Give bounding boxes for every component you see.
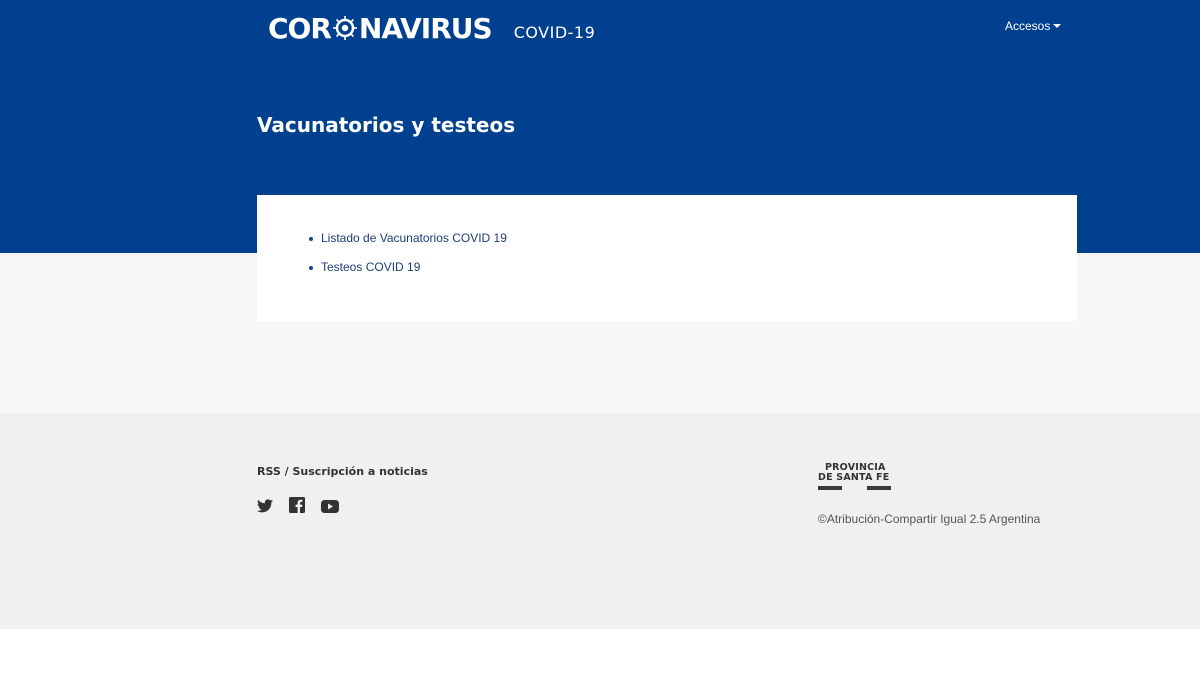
page-title: Vacunatorios y testeos	[257, 113, 516, 137]
brand[interactable]: COR NAVIRUS COVID-19	[268, 10, 595, 46]
list-item: Listado de Vacunatorios COVID 19	[307, 231, 507, 260]
provincia-logo-line2: DE SANTA FE	[818, 472, 890, 483]
site-footer: RSS / Suscripción a noticias PROVINCIA D…	[0, 413, 1200, 629]
bullet-icon	[309, 237, 313, 241]
virus-icon	[332, 16, 357, 40]
provincia-logo-bars	[818, 486, 894, 492]
accesos-label: Accesos	[1005, 19, 1051, 33]
logo-bar-left	[818, 486, 842, 490]
logo-bar-right	[867, 486, 891, 490]
license-text: ©Atribución-Compartir Igual 2.5 Argentin…	[818, 512, 1041, 526]
list-item: Testeos COVID 19	[307, 260, 507, 289]
youtube-icon[interactable]	[321, 498, 339, 517]
rss-subscription-link[interactable]: RSS / Suscripción a noticias	[257, 465, 428, 478]
link-testeos[interactable]: Testeos COVID 19	[321, 260, 420, 274]
facebook-icon[interactable]	[289, 497, 305, 517]
bottom-strip	[0, 629, 1200, 675]
brand-subtitle: COVID-19	[513, 22, 596, 42]
logo-text-left: COR	[268, 11, 332, 45]
provincia-logo[interactable]: PROVINCIA DE SANTA FE	[818, 463, 894, 495]
link-vacunatorios[interactable]: Listado de Vacunatorios COVID 19	[321, 231, 507, 245]
bullet-icon	[309, 266, 313, 270]
content-card: Listado de Vacunatorios COVID 19 Testeos…	[257, 195, 1077, 321]
site-logo[interactable]: COR NAVIRUS	[268, 10, 493, 46]
link-list: Listado de Vacunatorios COVID 19 Testeos…	[307, 231, 507, 289]
twitter-icon[interactable]	[257, 498, 273, 517]
logo-text-right: NAVIRUS	[358, 11, 493, 45]
accesos-dropdown[interactable]: Accesos	[1005, 19, 1062, 33]
caret-down-icon	[1053, 24, 1062, 28]
social-links	[257, 497, 355, 517]
